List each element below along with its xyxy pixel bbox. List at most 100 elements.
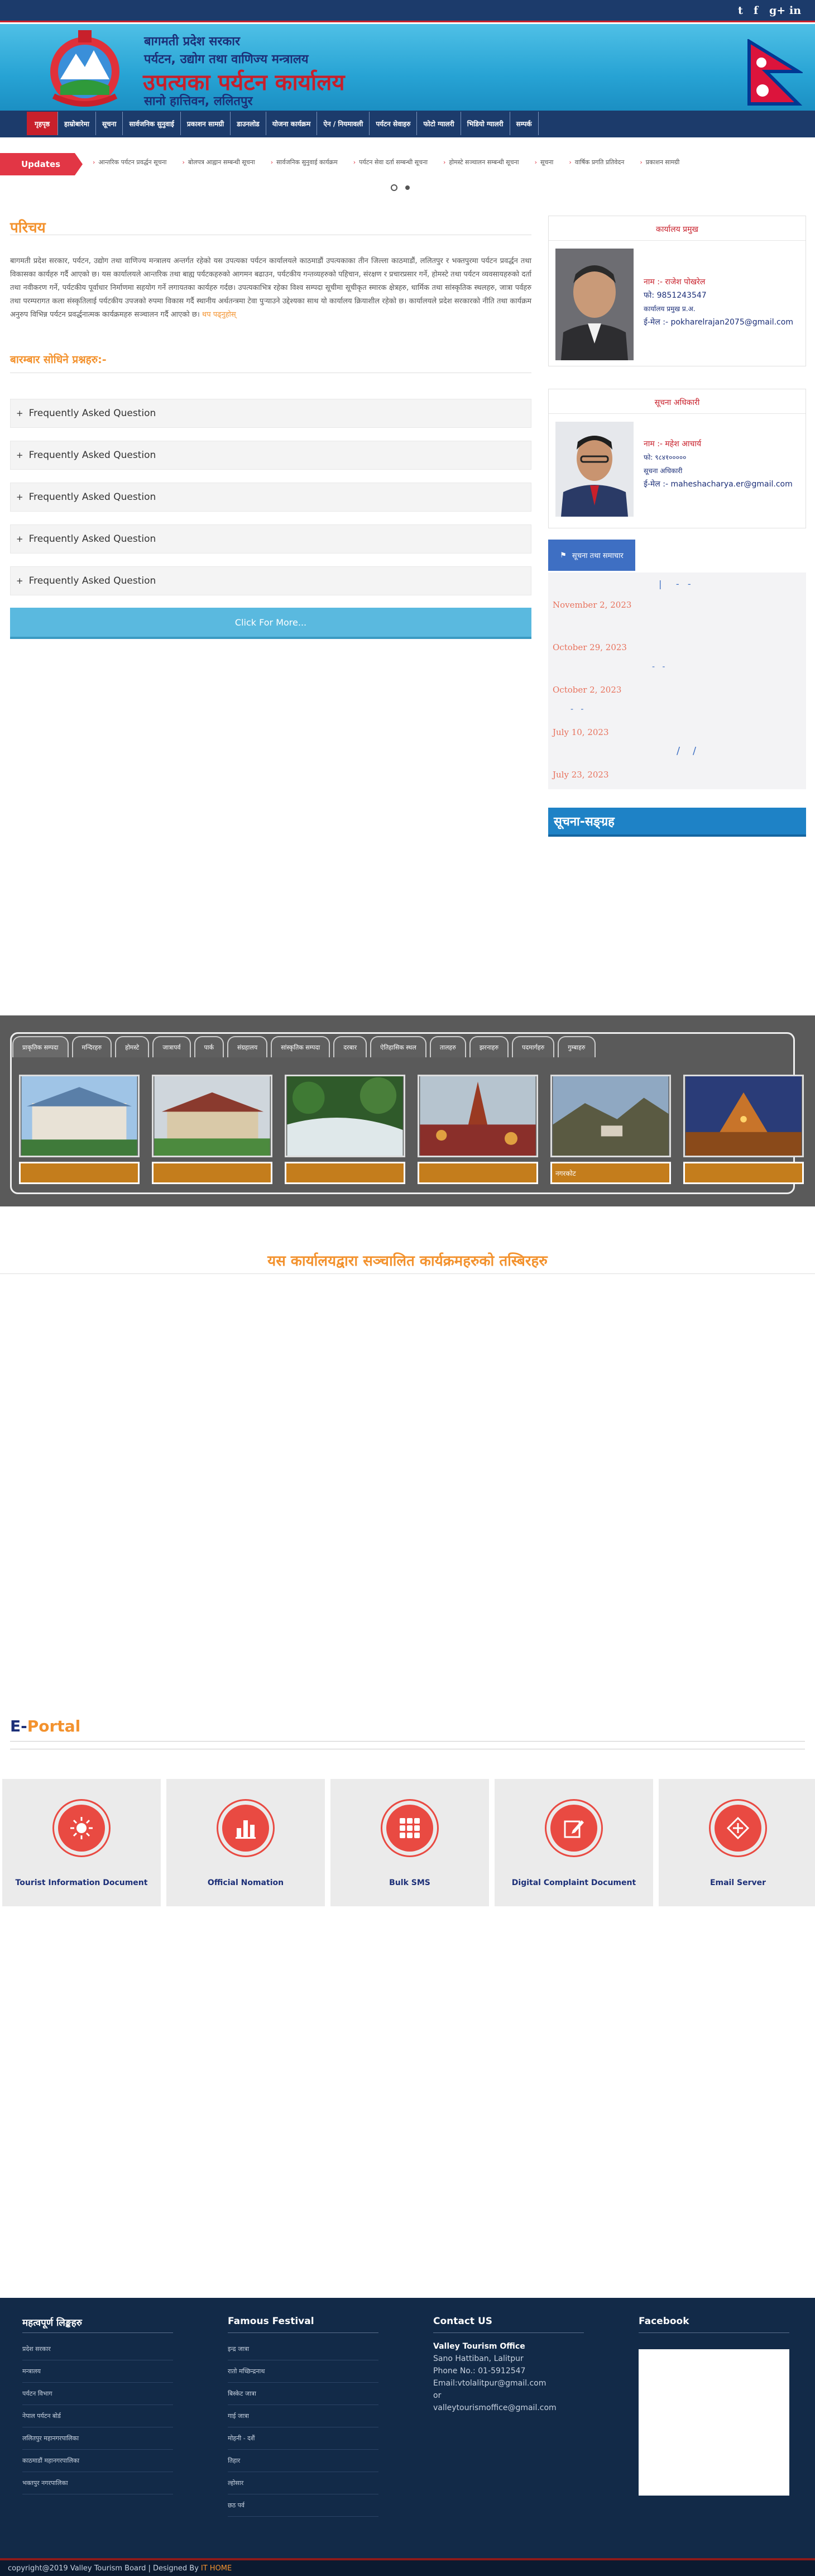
notice-date[interactable]: October 29, 2023 (553, 642, 627, 652)
gallery-item[interactable] (152, 1075, 272, 1184)
slider-dot-active[interactable] (405, 185, 410, 190)
footer-link[interactable]: मन्त्रालय (22, 2360, 173, 2383)
nav-programs[interactable]: योजना कार्यक्रम (266, 112, 318, 135)
notices-button[interactable]: ⚑ सूचना तथा समाचार (548, 540, 635, 571)
gallery-tab[interactable]: दरबार (333, 1036, 367, 1057)
footer-link[interactable]: नेपाल पर्यटन बोर्ड (22, 2405, 173, 2427)
contact-email-alt[interactable]: valleytourismoffice@gmail.com (433, 2402, 557, 2414)
gallery-tab[interactable]: प्राकृतिक सम्पदा (12, 1036, 69, 1057)
ticker-item[interactable]: आन्तरिक पर्यटन प्रवर्द्धन सूचना (85, 158, 175, 171)
gallery-item[interactable]: नगरकोट (550, 1075, 671, 1184)
nav-publications[interactable]: प्रकाशन सामग्री (181, 112, 231, 135)
eportal-official-nomation[interactable]: Official Nomation (166, 1779, 325, 1906)
festival-link[interactable]: इन्द्र जात्रा (228, 2338, 378, 2360)
festival-title: Famous Festival (228, 2316, 314, 2327)
gallery-item[interactable] (683, 1075, 804, 1184)
gallery-item[interactable] (418, 1075, 538, 1184)
festival-link[interactable]: छठ पर्व (228, 2494, 378, 2517)
footer-link[interactable]: ललितपुर महानगरपालिका (22, 2427, 173, 2450)
contact-email[interactable]: Email:vtolalitpur@gmail.com (433, 2377, 557, 2389)
nav-public-hearing[interactable]: सार्वजनिक सुनुवाई (123, 112, 181, 135)
eportal-digital-complaint[interactable]: Digital Complaint Document (495, 1779, 653, 1906)
nav-about[interactable]: हाम्रोबारेमा (58, 112, 96, 135)
officer-email[interactable]: ई-मेल :- maheshacharya.er@gmail.com (644, 478, 793, 491)
google-plus-icon[interactable]: g+ (769, 4, 785, 17)
slider-dot[interactable] (391, 184, 397, 191)
nav-home[interactable]: गृहपृष्ठ (27, 112, 59, 135)
gallery-tab[interactable]: जात्रापर्व (152, 1036, 191, 1057)
nav-contact[interactable]: सम्पर्क (510, 112, 539, 135)
notice-date[interactable]: July 23, 2023 (553, 770, 609, 780)
gallery-tab[interactable]: पार्क (194, 1036, 224, 1057)
gallery-tab[interactable]: पदमार्गहरु (512, 1036, 555, 1057)
nav-notice[interactable]: सूचना (96, 112, 123, 135)
faq-item[interactable]: + Frequently Asked Question (10, 441, 531, 470)
gallery-photo (19, 1075, 140, 1157)
footer-link[interactable]: काठमाडौं महानगरपालिका (22, 2450, 173, 2472)
read-more-link[interactable]: थप पढ्नुहोस् (202, 311, 236, 319)
festival-link[interactable]: गाई जात्रा (228, 2405, 378, 2427)
province-name: बागमती प्रदेश सरकार (144, 35, 240, 49)
ticker-item[interactable]: बोलपत्र आह्वान सम्बन्धी सूचना (175, 158, 263, 171)
ticker-item[interactable]: सार्वजनिक सुनुवाई कार्यक्रम (263, 158, 346, 171)
facebook-widget[interactable] (639, 2349, 789, 2496)
festival-link[interactable]: ल्होसार (228, 2472, 378, 2494)
ticker-item[interactable]: होमस्टे सञ्चालन सम्बन्धी सूचना (435, 158, 527, 171)
ministry-name: पर्यटन, उद्योग तथा वाणिज्य मन्त्रालय (144, 53, 309, 66)
nav-services[interactable]: पर्यटन सेवाहरु (370, 112, 418, 135)
notice-date[interactable]: July 10, 2023 (553, 727, 609, 737)
gallery-tab[interactable]: होमस्टे (115, 1036, 150, 1057)
linkedin-icon[interactable]: in (789, 4, 801, 17)
gallery-tab[interactable]: तालहरु (429, 1036, 466, 1057)
intro-title: परिचय (10, 220, 46, 236)
notice-date[interactable]: November 2, 2023 (553, 600, 631, 610)
eportal-tourist-info[interactable]: Tourist Information Document (2, 1779, 161, 1906)
eportal-label: Digital Complaint Document (511, 1878, 636, 1887)
icon-ring (709, 1799, 767, 1857)
gallery-tab[interactable]: संग्रहालय (227, 1036, 268, 1057)
nav-download[interactable]: डाउनलोड (231, 112, 266, 135)
ticker-item[interactable]: पर्यटन सेवा दर्ता सम्बन्धी सूचना (346, 158, 435, 171)
gallery-photo (152, 1075, 272, 1157)
faq-item[interactable]: + Frequently Asked Question (10, 399, 531, 428)
faq-more-button[interactable]: Click For More... (10, 608, 531, 639)
eportal-bulk-sms[interactable]: Bulk SMS (330, 1779, 489, 1906)
gallery-item[interactable] (285, 1075, 405, 1184)
designer-link[interactable]: IT HOME (201, 2564, 232, 2573)
faq-item[interactable]: + Frequently Asked Question (10, 524, 531, 554)
gallery-tab[interactable]: ऐतिहासिक स्थल (370, 1036, 426, 1057)
gallery-tab[interactable]: सांस्कृतिक सम्पदा (271, 1036, 330, 1057)
festival-link[interactable]: तिहार (228, 2450, 378, 2472)
twitter-icon[interactable]: t (738, 4, 743, 17)
notice-archive-link[interactable]: सूचना-सङ्ग्रह (548, 808, 806, 837)
nav-photo-gallery[interactable]: फोटो ग्यालरी (417, 112, 461, 135)
officer-photo (555, 422, 634, 517)
nav-video-gallery[interactable]: भिडियो ग्यालरी (461, 112, 510, 135)
gallery-tab[interactable]: गुम्बाहरु (558, 1036, 596, 1057)
gallery-caption (418, 1162, 538, 1184)
eportal-email-server[interactable]: Email Server (659, 1779, 815, 1906)
footer-link[interactable]: भक्तपुर नगरपालिका (22, 2472, 173, 2494)
festival-link[interactable]: बिस्केट जात्रा (228, 2383, 378, 2405)
gallery-item[interactable] (19, 1075, 140, 1184)
festival-link[interactable]: रातो मच्छिन्द्रनाथ (228, 2360, 378, 2383)
icon-ring (52, 1799, 111, 1857)
gallery-photo (550, 1075, 671, 1157)
faq-item[interactable]: + Frequently Asked Question (10, 566, 531, 595)
gallery-tab[interactable]: मन्दिरहरु (71, 1036, 112, 1057)
gallery-photo (683, 1075, 804, 1157)
gallery-tab[interactable]: झरनाहरु (469, 1036, 509, 1057)
ticker-item[interactable]: सूचना (527, 158, 562, 171)
faq-item[interactable]: + Frequently Asked Question (10, 483, 531, 512)
notice-date[interactable]: October 2, 2023 (553, 685, 621, 695)
footer-link[interactable]: पर्यटन विभाग (22, 2383, 173, 2405)
footer-link[interactable]: प्रदेश सरकार (22, 2338, 173, 2360)
festival-link[interactable]: मोहनी - दशैं (228, 2427, 378, 2450)
gallery-images: नगरकोट (19, 1075, 804, 1184)
grid-icon (386, 1805, 433, 1852)
chief-email[interactable]: ई-मेल :- pokharelrajan2075@gmail.com (644, 316, 793, 329)
facebook-icon[interactable]: f (754, 4, 758, 17)
ticker-item[interactable]: वार्षिक प्रगति प्रतिवेदन (561, 158, 632, 171)
nav-acts[interactable]: ऐन / नियमावली (317, 112, 370, 135)
ticker-item[interactable]: प्रकाशन सामग्री (632, 158, 687, 171)
